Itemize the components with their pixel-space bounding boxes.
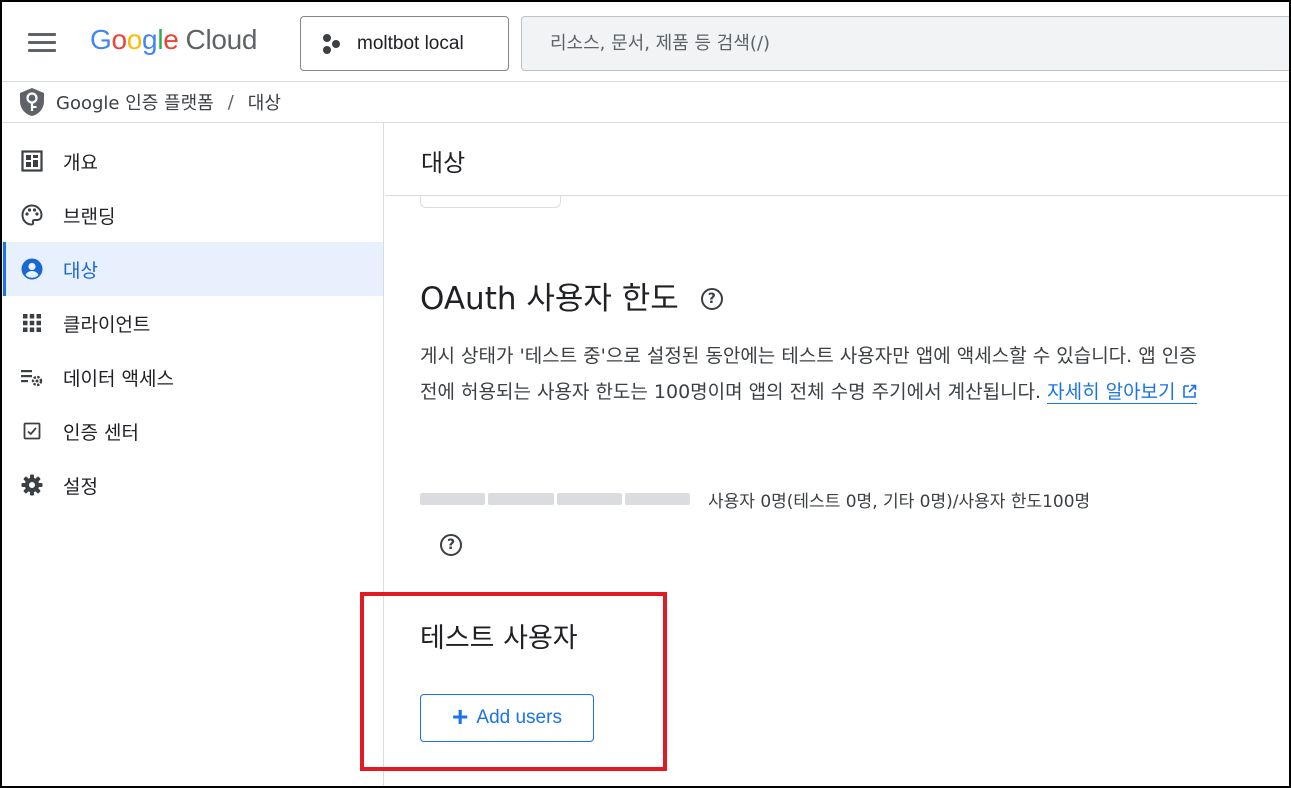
hamburger-icon-bar	[28, 49, 56, 52]
top-bar: Google Cloud moltbot local	[0, 0, 1291, 82]
main-menu-button[interactable]	[22, 26, 62, 58]
hamburger-icon-bar	[28, 33, 56, 36]
sidebar-item-verification-center[interactable]: 인증 센터	[0, 404, 383, 458]
project-icon	[321, 33, 343, 55]
project-picker-button[interactable]: moltbot local	[300, 16, 509, 71]
sidebar-item-settings[interactable]: 설정	[0, 458, 383, 512]
palette-icon	[20, 203, 44, 227]
external-link-icon	[1182, 384, 1196, 398]
sidebar-item-overview[interactable]: 개요	[0, 134, 383, 188]
sidebar-item-label: 대상	[63, 259, 98, 282]
user-usage-progress-bar	[420, 493, 690, 505]
learn-more-link[interactable]: 자세히 알아보기	[1047, 381, 1197, 404]
page-title: 대상	[421, 149, 466, 177]
help-icon[interactable]: ?	[440, 534, 462, 556]
sidebar-item-label: 클라이언트	[63, 313, 151, 336]
search-input[interactable]	[522, 17, 1291, 70]
card-bottom-edge	[420, 196, 561, 208]
breadcrumb-separator: /	[227, 91, 234, 113]
progress-segment	[556, 493, 622, 505]
breadcrumb-current: 대상	[247, 93, 281, 114]
page-header: 대상	[385, 123, 1291, 196]
sidebar-item-label: 설정	[63, 475, 98, 498]
help-icon[interactable]: ?	[700, 287, 723, 310]
apps-grid-icon	[20, 311, 44, 335]
sidebar-item-branding[interactable]: 브랜딩	[0, 188, 383, 242]
sidebar: 개요 브랜딩 대상 클라이언트 데이터 액세스 인증 센터 설정	[0, 123, 384, 788]
list-settings-icon	[20, 365, 44, 389]
search-box[interactable]	[521, 16, 1291, 71]
sidebar-item-audience[interactable]: 대상	[0, 242, 383, 296]
account-circle-icon	[20, 257, 44, 281]
sidebar-item-label: 데이터 액세스	[63, 367, 174, 390]
sidebar-item-label: 개요	[63, 151, 98, 174]
google-cloud-logo[interactable]: Google Cloud	[90, 24, 258, 56]
progress-segment	[488, 493, 554, 505]
sidebar-item-label: 인증 센터	[63, 421, 139, 444]
progress-segment	[420, 493, 486, 505]
checkbox-icon	[20, 419, 44, 443]
sidebar-item-data-access[interactable]: 데이터 액세스	[0, 350, 383, 404]
user-limit-description: 게시 상태가 '테스트 중'으로 설정된 동안에는 테스트 사용자만 앱에 액세…	[420, 338, 1200, 410]
hamburger-icon-bar	[28, 41, 56, 44]
user-usage-text: 사용자 0명(테스트 0명, 기타 0명)/사용자 한도100명	[708, 492, 1091, 512]
breadcrumb-root-link[interactable]: Google 인증 플랫폼	[56, 89, 214, 115]
progress-segment	[624, 493, 690, 505]
breadcrumb: Google 인증 플랫폼 / 대상	[0, 82, 1291, 123]
sidebar-item-label: 브랜딩	[63, 205, 116, 228]
dashboard-icon	[20, 149, 44, 173]
oauth-user-limit-heading: OAuth 사용자 한도 ?	[420, 273, 723, 318]
shield-key-icon	[20, 88, 44, 116]
gear-icon	[20, 473, 44, 497]
sidebar-item-clients[interactable]: 클라이언트	[0, 296, 383, 350]
project-name: moltbot local	[357, 32, 464, 54]
section-title: OAuth 사용자 한도	[420, 281, 679, 317]
highlight-box	[360, 592, 667, 771]
